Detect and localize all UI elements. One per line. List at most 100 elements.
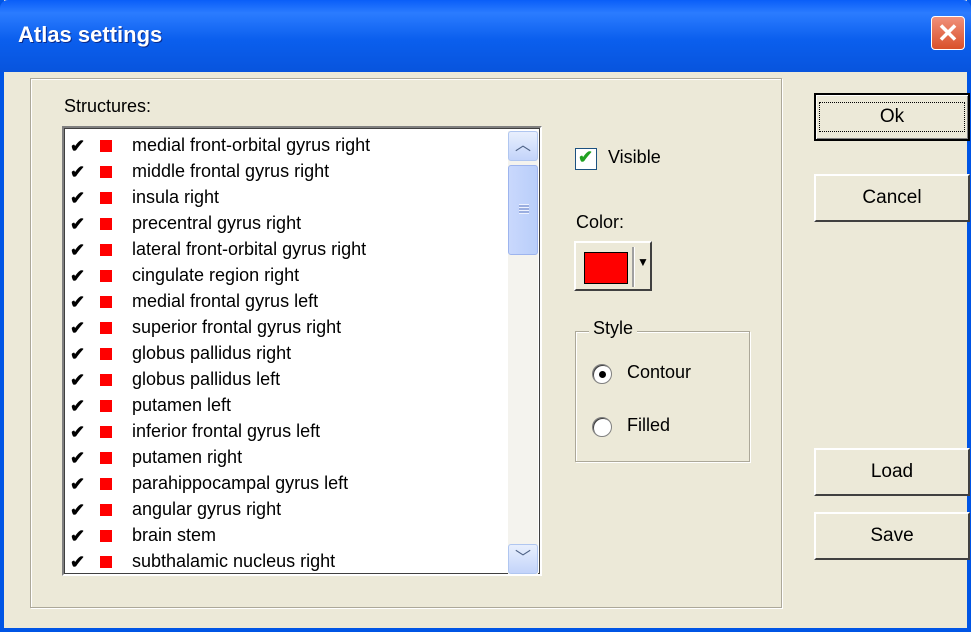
checkmark-icon[interactable]: ✔ bbox=[70, 318, 85, 339]
list-item-label: globus pallidus right bbox=[132, 343, 292, 363]
load-button[interactable]: Load bbox=[814, 448, 970, 496]
list-item[interactable]: ✔ middle frontal gyrus right bbox=[68, 160, 506, 186]
scrollbar-thumb[interactable] bbox=[508, 165, 538, 255]
color-swatch bbox=[584, 252, 628, 284]
list-item[interactable]: ✔ superior frontal gyrus right bbox=[68, 316, 506, 342]
list-item[interactable]: ✔ medial frontal gyrus left bbox=[68, 290, 506, 316]
chevron-up-icon: ︿ bbox=[514, 137, 531, 154]
color-label: Color: bbox=[576, 212, 625, 232]
close-button[interactable]: ✕ bbox=[931, 16, 965, 50]
list-item[interactable]: ✔ lateral front-orbital gyrus right bbox=[68, 238, 506, 264]
save-button[interactable]: Save bbox=[814, 512, 970, 560]
list-item-label: putamen left bbox=[132, 395, 232, 415]
window-title: Atlas settings bbox=[18, 22, 163, 47]
checkmark-icon[interactable]: ✔ bbox=[70, 396, 85, 417]
chevron-down-icon: ▼ bbox=[637, 255, 649, 269]
list-item[interactable]: ✔ putamen left bbox=[68, 394, 506, 420]
title-bar[interactable]: Atlas settings ✕ bbox=[0, 0, 971, 72]
visible-checkbox[interactable]: ✔ bbox=[575, 147, 597, 170]
list-item-label: insula right bbox=[132, 187, 220, 207]
color-swatch-icon bbox=[100, 296, 112, 308]
color-swatch-icon bbox=[100, 348, 112, 360]
color-swatch-icon bbox=[100, 426, 112, 438]
structures-label: Structures: bbox=[64, 96, 152, 116]
list-item[interactable]: ✔ inferior frontal gyrus left bbox=[68, 420, 506, 446]
checkmark-icon[interactable]: ✔ bbox=[70, 214, 85, 235]
color-swatch-icon bbox=[100, 452, 112, 464]
list-item[interactable]: ✔ globus pallidus right bbox=[68, 342, 506, 368]
listbox-scrollbar[interactable]: ︿ ﹀ bbox=[508, 131, 538, 574]
ok-button-label: Ok bbox=[818, 102, 966, 132]
checkmark-icon: ✔ bbox=[578, 147, 594, 167]
color-swatch-icon bbox=[100, 504, 112, 516]
list-item[interactable]: ✔ medial front-orbital gyrus right bbox=[68, 134, 506, 160]
checkmark-icon[interactable]: ✔ bbox=[70, 500, 85, 521]
ok-button[interactable]: Ok bbox=[814, 93, 970, 141]
checkmark-icon[interactable]: ✔ bbox=[70, 162, 85, 183]
checkmark-icon[interactable]: ✔ bbox=[70, 266, 85, 287]
scroll-down-button[interactable]: ﹀ bbox=[508, 544, 538, 574]
checkmark-icon[interactable]: ✔ bbox=[70, 526, 85, 547]
color-swatch-icon bbox=[100, 218, 112, 230]
radio-filled[interactable] bbox=[592, 417, 612, 437]
checkmark-icon[interactable]: ✔ bbox=[70, 240, 85, 261]
color-swatch-icon bbox=[100, 244, 112, 256]
checkmark-icon[interactable]: ✔ bbox=[70, 344, 85, 365]
checkmark-icon[interactable]: ✔ bbox=[70, 552, 85, 573]
checkmark-icon[interactable]: ✔ bbox=[70, 448, 85, 469]
list-item[interactable]: ✔ putamen right bbox=[68, 446, 506, 472]
cancel-button[interactable]: Cancel bbox=[814, 174, 970, 222]
checkmark-icon[interactable]: ✔ bbox=[70, 474, 85, 495]
color-swatch-icon bbox=[100, 192, 112, 204]
list-item[interactable]: ✔ angular gyrus right bbox=[68, 498, 506, 524]
color-swatch-icon bbox=[100, 400, 112, 412]
scroll-up-button[interactable]: ︿ bbox=[508, 131, 538, 161]
color-swatch-icon bbox=[100, 166, 112, 178]
color-picker-button[interactable]: ▼ bbox=[574, 241, 652, 291]
list-item-label: precentral gyrus right bbox=[132, 213, 302, 233]
checkmark-icon[interactable]: ✔ bbox=[70, 292, 85, 313]
color-swatch-icon bbox=[100, 322, 112, 334]
checkmark-icon[interactable]: ✔ bbox=[70, 422, 85, 443]
list-item[interactable]: ✔ cingulate region right bbox=[68, 264, 506, 290]
list-item[interactable]: ✔ brain stem bbox=[68, 524, 506, 550]
list-item-label: middle frontal gyrus right bbox=[132, 161, 330, 181]
structures-listbox[interactable]: ✔ medial front-orbital gyrus right ✔ middle… bbox=[62, 126, 542, 576]
style-legend: Style bbox=[589, 318, 638, 339]
list-item-label: globus pallidus left bbox=[132, 369, 281, 389]
color-swatch-icon bbox=[100, 530, 112, 542]
list-item-label: putamen right bbox=[132, 447, 243, 467]
list-item[interactable]: ✔ insula right bbox=[68, 186, 506, 212]
chevron-down-icon: ﹀ bbox=[514, 550, 531, 567]
divider bbox=[632, 247, 635, 287]
checkmark-icon[interactable]: ✔ bbox=[70, 370, 85, 391]
color-swatch-icon bbox=[100, 140, 112, 152]
radio-contour[interactable] bbox=[592, 364, 612, 384]
color-swatch-icon bbox=[100, 478, 112, 490]
list-item[interactable]: ✔ precentral gyrus right bbox=[68, 212, 506, 238]
list-item-label: brain stem bbox=[132, 525, 217, 545]
structures-list: ✔ medial front-orbital gyrus right ✔ middle… bbox=[68, 134, 506, 574]
close-icon: ✕ bbox=[937, 18, 959, 48]
radio-selected-dot bbox=[599, 371, 606, 378]
list-item[interactable]: ✔ parahippocampal gyrus left bbox=[68, 472, 506, 498]
visible-label: Visible bbox=[608, 147, 661, 167]
style-group bbox=[575, 331, 750, 462]
radio-filled-label: Filled bbox=[627, 415, 671, 435]
list-item-label: lateral front-orbital gyrus right bbox=[132, 239, 367, 259]
list-item-label: parahippocampal gyrus left bbox=[132, 473, 349, 493]
grip-icon bbox=[519, 204, 529, 214]
color-swatch-icon bbox=[100, 374, 112, 386]
color-swatch-icon bbox=[100, 270, 112, 282]
checkmark-icon[interactable]: ✔ bbox=[70, 136, 85, 157]
list-item-label: angular gyrus right bbox=[132, 499, 282, 519]
radio-contour-label: Contour bbox=[627, 362, 692, 382]
list-item-label: inferior frontal gyrus left bbox=[132, 421, 321, 441]
list-item-label: medial frontal gyrus left bbox=[132, 291, 319, 311]
list-item-label: superior frontal gyrus right bbox=[132, 317, 342, 337]
checkmark-icon[interactable]: ✔ bbox=[70, 188, 85, 209]
list-item-label: medial front-orbital gyrus right bbox=[132, 135, 371, 155]
color-swatch-icon bbox=[100, 556, 112, 568]
list-item[interactable]: ✔ subthalamic nucleus right bbox=[68, 550, 506, 574]
list-item[interactable]: ✔ globus pallidus left bbox=[68, 368, 506, 394]
